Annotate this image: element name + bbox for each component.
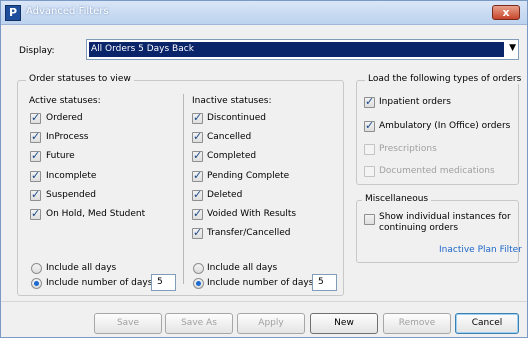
label-inprocess[interactable]: InProcess bbox=[46, 132, 89, 142]
checkbox-voided-with-results[interactable] bbox=[192, 207, 203, 220]
inactive-include-number-radio[interactable] bbox=[193, 278, 204, 289]
advanced-filters-dialog: P Advanced Filters x Display: All Orders… bbox=[0, 0, 528, 338]
inactive-plan-filter-link[interactable]: Inactive Plan Filter bbox=[439, 245, 522, 255]
label-discontinued[interactable]: Discontinued bbox=[207, 113, 266, 123]
label-inpatient-orders[interactable]: Inpatient orders bbox=[379, 97, 451, 107]
checkbox-cancelled[interactable] bbox=[192, 130, 203, 143]
active-statuses-heading: Active statuses: bbox=[29, 96, 101, 106]
button-bar-separator bbox=[1, 301, 527, 302]
checkbox-future[interactable] bbox=[30, 149, 41, 162]
inactive-days-input[interactable]: 5 bbox=[312, 274, 337, 291]
chevron-down-icon[interactable]: ▼ bbox=[509, 43, 516, 53]
label-suspended[interactable]: Suspended bbox=[46, 190, 96, 200]
display-label: Display: bbox=[19, 46, 55, 56]
app-icon: P bbox=[5, 5, 21, 21]
label-on-hold-med-student[interactable]: On Hold, Med Student bbox=[46, 209, 145, 219]
label-show-instances-line1[interactable]: Show individual instances for bbox=[379, 212, 511, 222]
inactive-include-all-days-radio[interactable] bbox=[193, 263, 204, 274]
inactive-include-number-label[interactable]: Include number of days: bbox=[207, 278, 316, 288]
checkbox-show-individual-instances[interactable] bbox=[364, 214, 375, 225]
label-show-instances-line2[interactable]: continuing orders bbox=[379, 223, 458, 233]
label-pending-complete[interactable]: Pending Complete bbox=[207, 171, 289, 181]
new-button[interactable]: New bbox=[310, 313, 378, 334]
save-as-button[interactable]: Save As bbox=[165, 313, 233, 334]
label-completed[interactable]: Completed bbox=[207, 151, 256, 161]
active-days-input[interactable]: 5 bbox=[151, 274, 176, 291]
checkbox-deleted[interactable] bbox=[192, 188, 203, 201]
display-dropdown[interactable]: All Orders 5 Days Back ▼ bbox=[86, 39, 519, 60]
remove-button[interactable]: Remove bbox=[383, 313, 451, 334]
checkbox-documented-medications bbox=[364, 166, 375, 177]
display-selected-value: All Orders 5 Days Back bbox=[89, 42, 504, 57]
active-include-all-days-radio[interactable] bbox=[31, 263, 42, 274]
inactive-include-all-days-label[interactable]: Include all days bbox=[207, 263, 277, 273]
active-include-number-label[interactable]: Include number of days: bbox=[46, 278, 155, 288]
label-documented-medications: Documented medications bbox=[379, 166, 495, 176]
checkbox-inprocess[interactable] bbox=[30, 130, 41, 143]
label-deleted[interactable]: Deleted bbox=[207, 190, 242, 200]
title-bar: P Advanced Filters x bbox=[1, 1, 527, 25]
inactive-statuses-heading: Inactive statuses: bbox=[192, 96, 272, 106]
apply-button[interactable]: Apply bbox=[237, 313, 305, 334]
label-incomplete[interactable]: Incomplete bbox=[46, 171, 96, 181]
order-types-legend: Load the following types of orders bbox=[365, 74, 525, 84]
checkbox-inpatient-orders[interactable] bbox=[364, 95, 375, 108]
miscellaneous-legend: Miscellaneous bbox=[362, 194, 432, 204]
cancel-button[interactable]: Cancel bbox=[455, 313, 519, 334]
label-prescriptions: Prescriptions bbox=[379, 144, 437, 154]
save-button[interactable]: Save bbox=[94, 313, 162, 334]
label-transfer-cancelled[interactable]: Transfer/Cancelled bbox=[207, 228, 290, 238]
checkbox-on-hold-med-student[interactable] bbox=[30, 207, 41, 220]
label-ambulatory-orders[interactable]: Ambulatory (In Office) orders bbox=[379, 121, 510, 131]
label-ordered[interactable]: Ordered bbox=[46, 113, 83, 123]
checkbox-ambulatory-orders[interactable] bbox=[364, 119, 375, 132]
checkbox-incomplete[interactable] bbox=[30, 169, 41, 182]
checkbox-ordered[interactable] bbox=[30, 111, 41, 124]
window-title: Advanced Filters bbox=[26, 6, 109, 17]
checkbox-prescriptions bbox=[364, 144, 375, 155]
active-include-number-radio[interactable] bbox=[31, 278, 42, 289]
label-cancelled[interactable]: Cancelled bbox=[207, 132, 251, 142]
status-column-divider bbox=[183, 94, 184, 284]
order-statuses-legend: Order statuses to view bbox=[26, 74, 134, 84]
checkbox-pending-complete[interactable] bbox=[192, 169, 203, 182]
close-button[interactable]: x bbox=[492, 5, 520, 20]
checkbox-completed[interactable] bbox=[192, 149, 203, 162]
label-voided-with-results[interactable]: Voided With Results bbox=[207, 209, 296, 219]
checkbox-transfer-cancelled[interactable] bbox=[192, 226, 203, 239]
checkbox-discontinued[interactable] bbox=[192, 111, 203, 124]
label-future[interactable]: Future bbox=[46, 151, 75, 161]
checkbox-suspended[interactable] bbox=[30, 188, 41, 201]
active-include-all-days-label[interactable]: Include all days bbox=[46, 263, 116, 273]
